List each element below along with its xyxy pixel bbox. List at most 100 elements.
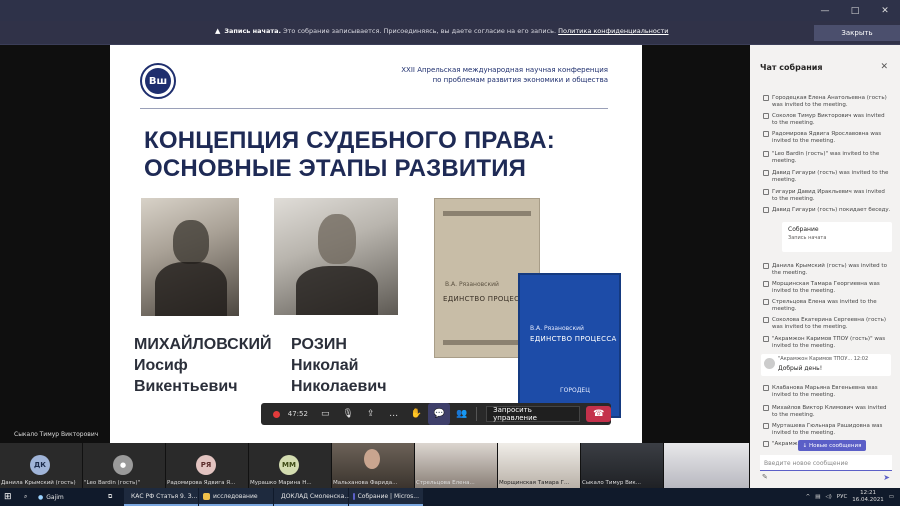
person2-first: Николай [291,357,359,374]
chat-event: Стрельцова Елена was invited to the meet… [763,299,891,313]
meeting-timer: 47:52 [287,410,308,418]
privacy-link[interactable]: Политика конфиденциальности [558,27,668,35]
participant-video-tile[interactable]: Мальханова Фарида... [332,443,415,488]
event-icon [763,263,769,269]
participant-video-tile[interactable]: Морщинская Тамара Г... [498,443,581,488]
chat-event: "Акрамжон Каримов ТПОУ (гость)" was invi… [763,336,891,350]
conference-line-2: по проблемам развития экономики и общест… [432,76,608,84]
taskbar-search[interactable]: ● Gajim [34,488,104,506]
participant-name: Сыкало Тимур Вик... [582,480,641,486]
chat-event-text: "Акрамжон Каримов ТПОУ (гость)" was invi… [772,336,886,349]
chat-event: Морщинская Тамара Георгиевна was invited… [763,281,891,295]
chat-event-text: Радомирова Ядвига Ярославовна was invite… [772,131,882,144]
chat-message[interactable]: "Акрамжон Каримов ТПОУ... 12:02 Добрый д… [761,354,891,376]
new-messages-button[interactable]: ↓ Новые сообщения [798,440,866,451]
participant-video-tile[interactable]: Сыкало Тимур Вик... [581,443,664,488]
participant-name: Мурашко Марина Н... [250,480,312,486]
avatar: ММ [279,455,299,475]
meeting-card-subtitle: Запись начата [788,235,827,241]
event-icon [763,423,769,429]
message-text: Добрый день! [778,365,823,372]
close-chat-icon[interactable]: ✕ [880,62,888,72]
book-cover-new: В.А. Рязановский ЕДИНСТВО ПРОЦЕССА ГОРОД… [518,273,621,418]
chat-event-text: Соколов Тимур Викторович was invited to … [772,113,885,126]
event-icon [763,113,769,119]
chat-event: Радомирова Ядвига Ярославовна was invite… [763,131,891,145]
chat-event: "Leo Bardin (гость)" was invited to the … [763,151,891,165]
format-icon[interactable]: ✎ [762,473,768,481]
chat-event-text: Гигаури Давид Иракльевич was invited to … [772,189,885,202]
share-icon[interactable]: ⇪ [359,403,382,425]
chat-event: Давид Гигаури (гость) покидает беседу. [763,207,891,214]
language-indicator[interactable]: РУС [837,494,848,500]
close-banner-button[interactable]: Закрыть [814,25,900,41]
request-control-button[interactable]: Запросить управление [486,406,581,422]
header-divider [140,108,608,109]
chat-event-text: "Leo Bardin (гость)" was invited to the … [772,151,880,164]
conference-title: XXII Апрельская международная научная ко… [401,65,608,85]
mic-icon[interactable]: 🎙 [337,403,360,425]
chat-event: Данила Крымский (гость) was invited to t… [763,263,891,277]
toolbar-separator [476,407,478,421]
taskbar-app-explorer[interactable]: исследование [199,488,273,506]
participants-icon[interactable]: 👥 [450,403,473,425]
participant-name: Морщинская Тамара Г... [499,480,570,486]
participant-tile[interactable]: ММ Мурашко Марина Н... [249,443,332,488]
notifications-icon[interactable]: ▭ [889,494,894,500]
event-icon [763,207,769,213]
book2-publisher: ГОРОДЕЦ [560,387,590,394]
participant-name: Мальханова Фарида... [333,480,398,486]
event-icon [763,336,769,342]
network-icon[interactable]: ▤ [815,494,820,500]
volume-icon[interactable]: ◁) [825,494,831,500]
clock[interactable]: 12:21 16.04.2021 [852,490,884,504]
meeting-toolbar: 47:52 ▭ 🎙 ⇪ … ✋ 💬 👥 Запросить управление… [261,403,612,425]
search-icon[interactable]: ⌕ [20,488,34,506]
portrait-body [155,262,227,316]
portrait-mikhailovsky [141,198,239,316]
clock-time: 12:21 [860,490,876,496]
slide-title: КОНЦЕПЦИЯ СУДЕБНОГО ПРАВА: ОСНОВНЫЕ ЭТАП… [144,127,555,183]
camera-icon[interactable]: ▭ [314,403,337,425]
teams-icon [353,492,355,500]
gajim-icon: ● [38,493,44,501]
maximize-icon[interactable]: □ [840,0,870,21]
raise-hand-icon[interactable]: ✋ [405,403,428,425]
meeting-card[interactable]: Собрание Запись начата [782,222,892,252]
participant-video [364,449,380,469]
taskbar-app-word[interactable]: ДОКЛАД Смоленска... [274,488,350,506]
chat-input[interactable]: Введите новое сообщение [760,455,892,471]
participant-video-tile[interactable] [664,443,750,488]
task-view-icon[interactable]: ⧉ [104,488,124,506]
more-icon[interactable]: … [382,403,405,425]
logo-mark: Вш [145,68,171,94]
taskbar-app-teams[interactable]: Собрание | Micros... [349,488,423,506]
tray-chevron-icon[interactable]: ^ [806,494,811,500]
close-window-icon[interactable]: ✕ [870,0,900,21]
minimize-icon[interactable]: — [810,0,840,21]
chat-event-text: Стрельцова Елена was invited to the meet… [772,299,877,312]
chat-event-text: Морщинская Тамара Георгиевна was invited… [772,281,880,294]
recording-bold: Запись начата. [224,27,282,35]
person2-name: РОЗИН Николай Николаевич [291,334,386,397]
taskbar-search-label: Gajim [46,493,64,501]
hse-logo: Вш [140,63,176,99]
participant-tile[interactable]: ДК Данила Крымский (гость) [0,443,83,488]
participant-tile[interactable]: ● "Leo Bardin (гость)" [83,443,166,488]
start-icon[interactable]: ⊞ [0,488,20,506]
presentation-slide: Вш XXII Апрельская международная научная… [110,45,642,443]
conference-line-1: XXII Апрельская международная научная ко… [401,66,608,74]
taskbar-app-firefox[interactable]: КАС РФ Статья 9. З... [124,488,198,506]
chat-event-text: Михайлов Виктор Климович was invited to … [772,405,887,418]
chat-event: Городецкая Елена Анатольевна (гость) was… [763,95,891,109]
chat-event-text: Данила Крымский (гость) was invited to t… [772,263,887,276]
new-messages-label: Новые сообщения [808,442,862,449]
chat-icon[interactable]: 💬 [427,403,451,425]
send-icon[interactable]: ➤ [883,473,890,482]
participant-tile[interactable]: РЯ Радомирова Ядвига Я... [166,443,249,488]
hang-up-icon[interactable]: ☎ [586,406,612,422]
participant-name: Радомирова Ядвига Я... [167,480,236,486]
portrait-face [173,220,209,264]
participant-video-tile[interactable]: Стрельцова Елена... [415,443,498,488]
presenter-label: Сыкало Тимур Викторович [14,431,99,438]
